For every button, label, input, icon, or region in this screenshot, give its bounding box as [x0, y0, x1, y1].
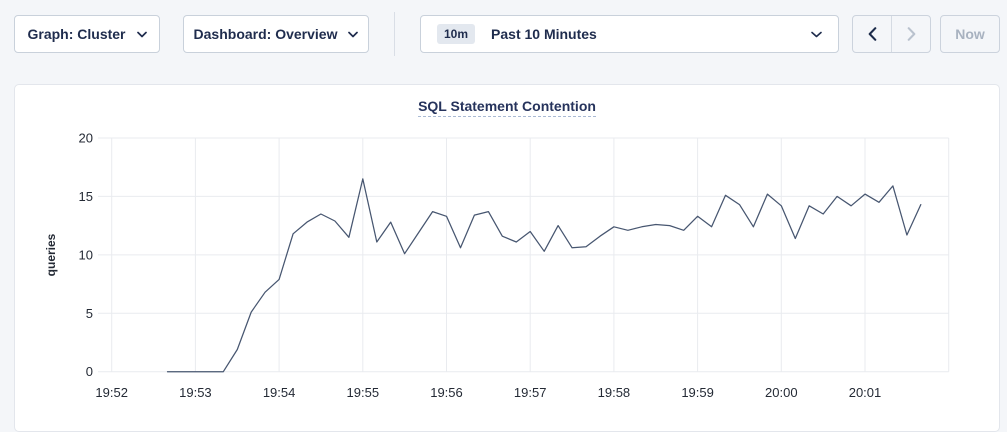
time-prev-button[interactable] [853, 16, 891, 52]
chart-panel: SQL Statement Contention 0 5 10 15 20 19:52 19… [14, 84, 1000, 432]
toolbar-divider [394, 12, 395, 56]
chevron-down-icon [811, 31, 822, 38]
y-axis-label: queries [44, 233, 58, 276]
time-range-dropdown[interactable]: 10m Past 10 Minutes [420, 15, 839, 53]
chevron-right-icon [907, 27, 916, 41]
chart-title[interactable]: SQL Statement Contention [418, 98, 596, 117]
x-tick-label: 19:55 [347, 385, 380, 400]
y-tick-label: 5 [86, 306, 93, 321]
now-button-label: Now [955, 26, 985, 42]
now-button[interactable]: Now [940, 15, 1000, 53]
chart-title-wrap: SQL Statement Contention [15, 98, 999, 117]
graph-dropdown-label: Graph: Cluster [27, 26, 125, 42]
x-tick-label: 19:57 [514, 385, 547, 400]
chevron-left-icon [868, 27, 877, 41]
chevron-down-icon [348, 31, 358, 38]
dashboard-dropdown[interactable]: Dashboard: Overview [183, 15, 369, 53]
x-tick-label: 20:01 [849, 385, 882, 400]
x-tick-label: 19:56 [430, 385, 463, 400]
x-tick-label: 19:53 [179, 385, 212, 400]
y-tick-label: 15 [79, 189, 93, 204]
contention-line-chart: 0 5 10 15 20 19:52 19:53 19:54 19:55 19:56 19:57 19… [15, 85, 999, 431]
dashboard-dropdown-label: Dashboard: Overview [194, 26, 338, 42]
y-tick-label: 10 [79, 247, 93, 262]
x-tick-label: 19:52 [95, 385, 128, 400]
time-range-badge: 10m [437, 24, 475, 44]
time-range-label: Past 10 Minutes [491, 26, 597, 42]
y-tick-label: 0 [86, 364, 93, 379]
time-shift-button-group [852, 15, 931, 53]
chevron-down-icon [137, 31, 147, 38]
x-tick-label: 19:58 [598, 385, 631, 400]
graph-dropdown[interactable]: Graph: Cluster [14, 15, 160, 53]
x-tick-label: 19:54 [263, 385, 296, 400]
x-tick-label: 20:00 [765, 385, 798, 400]
series-line [168, 179, 921, 372]
time-next-button[interactable] [891, 16, 930, 52]
x-tick-label: 19:59 [681, 385, 714, 400]
y-tick-label: 20 [79, 131, 93, 146]
app-root: Graph: Cluster Dashboard: Overview 10m P… [0, 0, 1007, 432]
